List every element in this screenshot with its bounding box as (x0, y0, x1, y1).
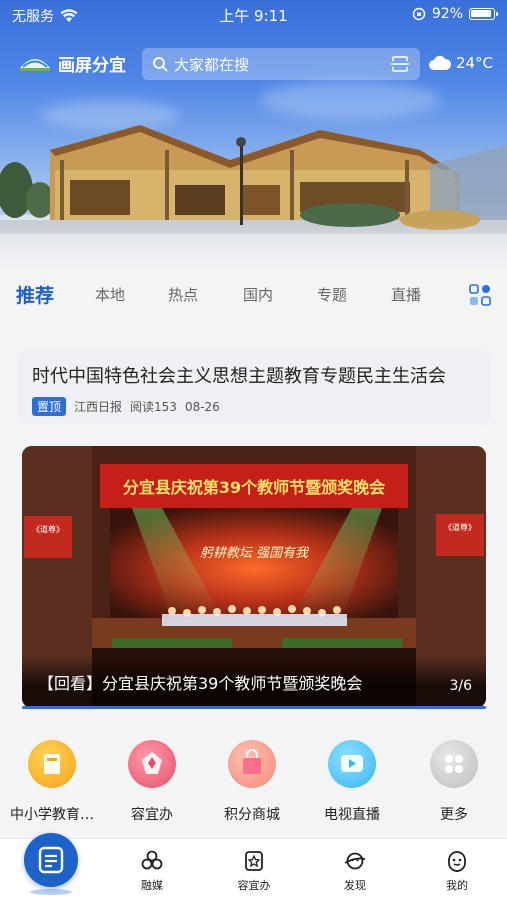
service-icon (128, 740, 176, 788)
banner-indicator (22, 706, 486, 709)
quick-entry-service[interactable]: 容宜办 (102, 740, 202, 824)
home-button[interactable] (24, 833, 78, 887)
banner-side-text-left: 《道尊》 (32, 525, 64, 534)
banner-side-text-right: 《道尊》 (444, 523, 476, 532)
tab-topics[interactable]: 专题 (317, 284, 347, 305)
temperature: 24°C (455, 54, 493, 72)
app-logo[interactable]: 画屏分宜 (18, 51, 126, 76)
article-meta: 置顶 江西日报 阅读153 08-26 (32, 397, 220, 416)
bottom-nav: 融媒 容宜办 发现 我的 (0, 833, 507, 900)
featured-banner[interactable]: 分宜县庆祝第39个教师节暨颁奖晚会 躬耕教坛 强国有我 《道尊》 《道尊》 【回… (22, 446, 486, 708)
quick-entry-label: 容宜办 (131, 807, 173, 823)
article-source: 江西日报 (74, 400, 123, 414)
article-reads: 阅读153 (130, 400, 177, 414)
quick-entries: 中小学教育… 容宜办 积分商城 电视直播 更多 (0, 740, 507, 830)
nav-media[interactable]: 融媒 (122, 849, 182, 893)
nav-discover-label: 发现 (344, 879, 366, 892)
nav-service[interactable]: 容宜办 (224, 849, 284, 893)
quick-entry-label: 电视直播 (324, 807, 380, 823)
quick-entry-more[interactable]: 更多 (404, 740, 504, 824)
scan-icon[interactable] (390, 54, 410, 74)
top-bar: 画屏分宜 大家都在搜 24°C (0, 46, 507, 82)
building-photo (0, 125, 507, 270)
quick-entry-education[interactable]: 中小学教育… (2, 740, 102, 824)
media-icon (141, 850, 163, 870)
search-placeholder: 大家都在搜 (174, 55, 250, 74)
education-icon (28, 740, 76, 788)
logo-icon (20, 58, 50, 71)
battery-icon (469, 8, 498, 20)
quick-entry-points-mall[interactable]: 积分商城 (202, 740, 302, 824)
tv-icon (328, 740, 376, 788)
pinned-article[interactable]: 时代中国特色社会主义思想主题教育专题民主生活会 置顶 江西日报 阅读153 08… (18, 350, 490, 425)
channel-grid-icon[interactable] (469, 284, 491, 306)
nav-profile-label: 我的 (446, 879, 468, 892)
logo-text: 画屏分宜 (58, 56, 126, 76)
rotation-lock-icon (412, 7, 426, 21)
banner-caption: 【回看】分宜县庆祝第39个教师节暨颁奖晚会 3/6 (22, 654, 486, 708)
article-title: 时代中国特色社会主义思想主题教育专题民主生活会 (32, 366, 446, 387)
star-doc-icon (245, 851, 263, 871)
more-icon (430, 740, 478, 788)
nav-service-label: 容宜办 (237, 879, 271, 892)
home-news-icon (38, 846, 64, 874)
quick-entry-label: 中小学教育… (10, 807, 94, 823)
nav-discover[interactable]: 发现 (325, 849, 385, 893)
tab-hot[interactable]: 热点 (168, 284, 198, 305)
tab-recommend[interactable]: 推荐 (16, 281, 54, 308)
cloud-icon (428, 55, 451, 70)
article-date: 08-26 (184, 399, 220, 414)
discover-icon (344, 852, 366, 870)
banner-backdrop-text: 分宜县庆祝第39个教师节暨颁奖晚会 (122, 478, 386, 497)
shopping-bag-icon (228, 740, 276, 788)
tab-live[interactable]: 直播 (391, 284, 421, 305)
category-tabs: 推荐 本地 热点 国内 专题 直播 (0, 270, 507, 322)
search-icon (153, 57, 168, 72)
banner-screen-text: 躬耕教坛 强国有我 (199, 546, 309, 561)
home-button-shadow (30, 889, 72, 895)
battery-percent: 92% (431, 6, 463, 22)
quick-entry-tv-live[interactable]: 电视直播 (302, 740, 402, 824)
quick-entry-label: 积分商城 (224, 807, 280, 823)
weather-widget[interactable]: 24°C (428, 54, 493, 72)
status-bar: 无服务 上午 9:11 92% (0, 0, 507, 30)
nav-profile[interactable]: 我的 (427, 849, 487, 893)
tab-domestic[interactable]: 国内 (243, 284, 273, 305)
nav-media-label: 融媒 (141, 879, 163, 892)
profile-icon (448, 851, 466, 872)
banner-title: 【回看】分宜县庆祝第39个教师节暨颁奖晚会 (38, 674, 363, 693)
search-bar[interactable]: 大家都在搜 (142, 48, 420, 80)
tab-local[interactable]: 本地 (95, 284, 125, 305)
banner-pager: 3/6 (449, 678, 472, 694)
quick-entry-label: 更多 (440, 807, 468, 823)
pinned-tag: 置顶 (32, 397, 67, 416)
hero-header: 无服务 上午 9:11 92% 画屏分宜 大家都在搜 24°C (0, 0, 507, 270)
